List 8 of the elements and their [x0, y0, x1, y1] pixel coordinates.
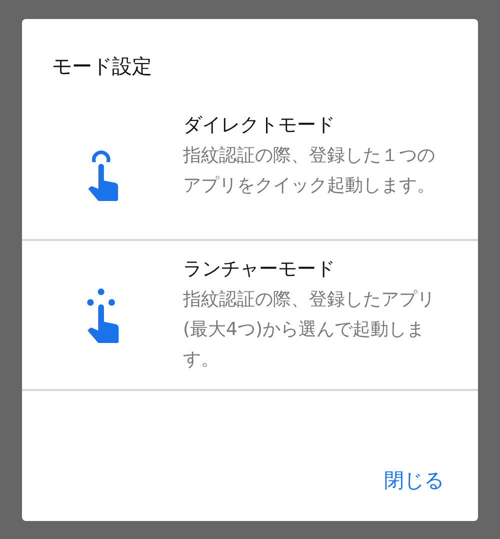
close-button[interactable]: 閉じる [380, 465, 448, 495]
mode-option[interactable]: ランチャーモード 指紋認証の際、登録したアプリ(最大4つ)から選んで起動します。 [22, 241, 478, 391]
option-description: 指紋認証の際、登録した１つのアプリをクイック起動します。 [183, 144, 436, 198]
mode-option[interactable]: ダイレクトモード 指紋認証の際、登録した１つのアプリをクイック起動します。 [22, 111, 478, 241]
option-description: 指紋認証の際、登録したアプリ(最大4つ)から選んで起動します。 [183, 288, 436, 372]
option-title: ダイレクトモード [183, 113, 336, 138]
option-title: ランチャーモード [183, 257, 336, 282]
dialog-title: モード設定 [51, 53, 153, 80]
